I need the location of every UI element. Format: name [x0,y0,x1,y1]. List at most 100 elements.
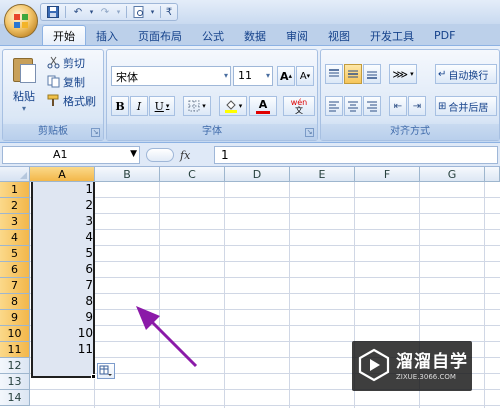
chevron-down-icon[interactable]: ▾ [115,5,122,19]
tab-formulas[interactable]: 公式 [192,25,234,46]
italic-button[interactable]: I [130,96,148,116]
paste-button[interactable]: 粘贴 ▾ [7,54,41,114]
grow-font-button[interactable]: A ▴ [277,66,295,86]
tab-page-layout[interactable]: 页面布局 [128,25,192,46]
column-header-a[interactable]: A [30,167,95,182]
fill-handle[interactable] [91,374,96,379]
align-bottom-icon [367,71,377,79]
align-right-icon [367,101,377,112]
save-icon[interactable] [45,5,61,19]
shrink-font-button[interactable]: A ▾ [296,66,314,86]
merge-center-button[interactable]: ⊞ 合并后居 [435,96,497,116]
chevron-down-icon[interactable]: ▼ [130,149,137,159]
chevron-down-icon[interactable]: ▾ [149,5,156,19]
row-header-3[interactable]: 3 [0,214,30,230]
format-painter-button[interactable]: 格式刷 [47,92,96,109]
tab-review[interactable]: 审阅 [276,25,318,46]
cell-a7[interactable]: 7 [31,278,93,294]
gridline [484,182,485,408]
font-name-select[interactable]: 宋体 ▾ [111,66,231,86]
cell-a3[interactable]: 3 [31,214,93,230]
font-size-select[interactable]: 11 ▾ [233,66,273,86]
decrease-indent-button[interactable]: ⇤ [389,96,407,116]
tab-developer[interactable]: 开发工具 [360,25,424,46]
cell-a6[interactable]: 6 [31,262,93,278]
ribbon: 粘贴 ▾ 剪切 复制 格式刷 剪贴板 ↘ 宋体 ▾ 11 ▾ A ▴ A ▾ B… [0,45,500,143]
phonetic-guide-button[interactable]: wén 文 [283,96,315,116]
decrease-indent-icon: ⇤ [393,100,403,112]
row-header-8[interactable]: 8 [0,294,30,310]
underline-button[interactable]: U ▾ [149,96,175,116]
wrap-text-button[interactable]: ↵ 自动换行 [435,64,497,84]
gridline [30,213,500,214]
align-bottom-button[interactable] [363,64,381,84]
cut-button[interactable]: 剪切 [47,54,85,71]
row-header-7[interactable]: 7 [0,278,30,294]
row-header-5[interactable]: 5 [0,246,30,262]
name-box[interactable]: A1 ▼ [2,146,140,164]
row-header-10[interactable]: 10 [0,326,30,342]
row-header-1[interactable]: 1 [0,182,30,198]
column-header-d[interactable]: D [225,167,290,182]
cell-a10[interactable]: 10 [31,326,93,342]
align-center-button[interactable] [344,96,362,116]
column-header-next[interactable] [485,167,500,182]
align-top-button[interactable] [325,64,343,84]
column-header-c[interactable]: C [160,167,225,182]
tab-data[interactable]: 数据 [234,25,276,46]
tab-home[interactable]: 开始 [42,25,86,46]
increase-indent-button[interactable]: ⇥ [408,96,426,116]
column-header-f[interactable]: F [355,167,420,182]
row-header-14[interactable]: 14 [0,390,30,406]
orientation-button[interactable]: ⋙ ▾ [389,64,417,84]
column-header-e[interactable]: E [290,167,355,182]
alignment-group: ⋙ ▾ ↵ 自动换行 ⇤ ⇥ ⊞ 合并后居 对齐方式 [320,49,500,141]
row-header-2[interactable]: 2 [0,198,30,214]
undo-icon[interactable]: ↶ [70,5,86,19]
select-all-corner[interactable] [0,167,30,182]
copy-button[interactable]: 复制 [47,73,85,90]
cell-a5[interactable]: 5 [31,246,93,262]
row-header-12[interactable]: 12 [0,358,30,374]
cell-a11[interactable]: 11 [31,342,93,358]
tab-pdf[interactable]: PDF [424,25,465,46]
column-header-b[interactable]: B [95,167,160,182]
chevron-down-icon: ▾ [223,71,228,80]
font-color-button[interactable]: A [249,96,277,116]
font-dialog-launcher-icon[interactable]: ↘ [305,128,314,137]
column-header-g[interactable]: G [420,167,485,182]
align-left-button[interactable] [325,96,343,116]
tab-insert[interactable]: 插入 [86,25,128,46]
chevron-down-icon: ▾ [410,70,414,78]
row-header-11[interactable]: 11 [0,342,30,358]
customize-icon[interactable]: ₹ [165,5,173,19]
clipboard-dialog-launcher-icon[interactable]: ↘ [91,128,100,137]
paste-label: 粘贴 [13,90,35,103]
print-preview-icon[interactable] [131,5,147,19]
cell-a1[interactable]: 1 [31,182,93,198]
align-middle-button[interactable] [344,64,362,84]
tab-view[interactable]: 视图 [318,25,360,46]
redo-icon[interactable]: ↷ [97,5,113,19]
fill-color-button[interactable]: ▾ [219,96,247,116]
cell-a9[interactable]: 9 [31,310,93,326]
autofill-options-button[interactable] [97,363,115,379]
row-header-9[interactable]: 9 [0,310,30,326]
borders-button[interactable]: ▾ [183,96,211,116]
bold-button[interactable]: B [111,96,129,116]
cell-a8[interactable]: 8 [31,294,93,310]
formula-input[interactable]: 1 [214,146,498,164]
formula-bar-toggle[interactable] [146,148,174,162]
align-right-button[interactable] [363,96,381,116]
office-button[interactable] [4,4,38,38]
row-header-13[interactable]: 13 [0,374,30,390]
caret-down-icon: ▾ [306,72,311,80]
cell-a4[interactable]: 4 [31,230,93,246]
row-header-6[interactable]: 6 [0,262,30,278]
chevron-down-icon[interactable]: ▾ [88,5,95,19]
gridline [159,182,160,408]
row-header-4[interactable]: 4 [0,230,30,246]
insert-function-button[interactable]: fx [180,149,190,162]
cell-a2[interactable]: 2 [31,198,93,214]
watermark-title: 溜溜自学 [396,352,468,372]
